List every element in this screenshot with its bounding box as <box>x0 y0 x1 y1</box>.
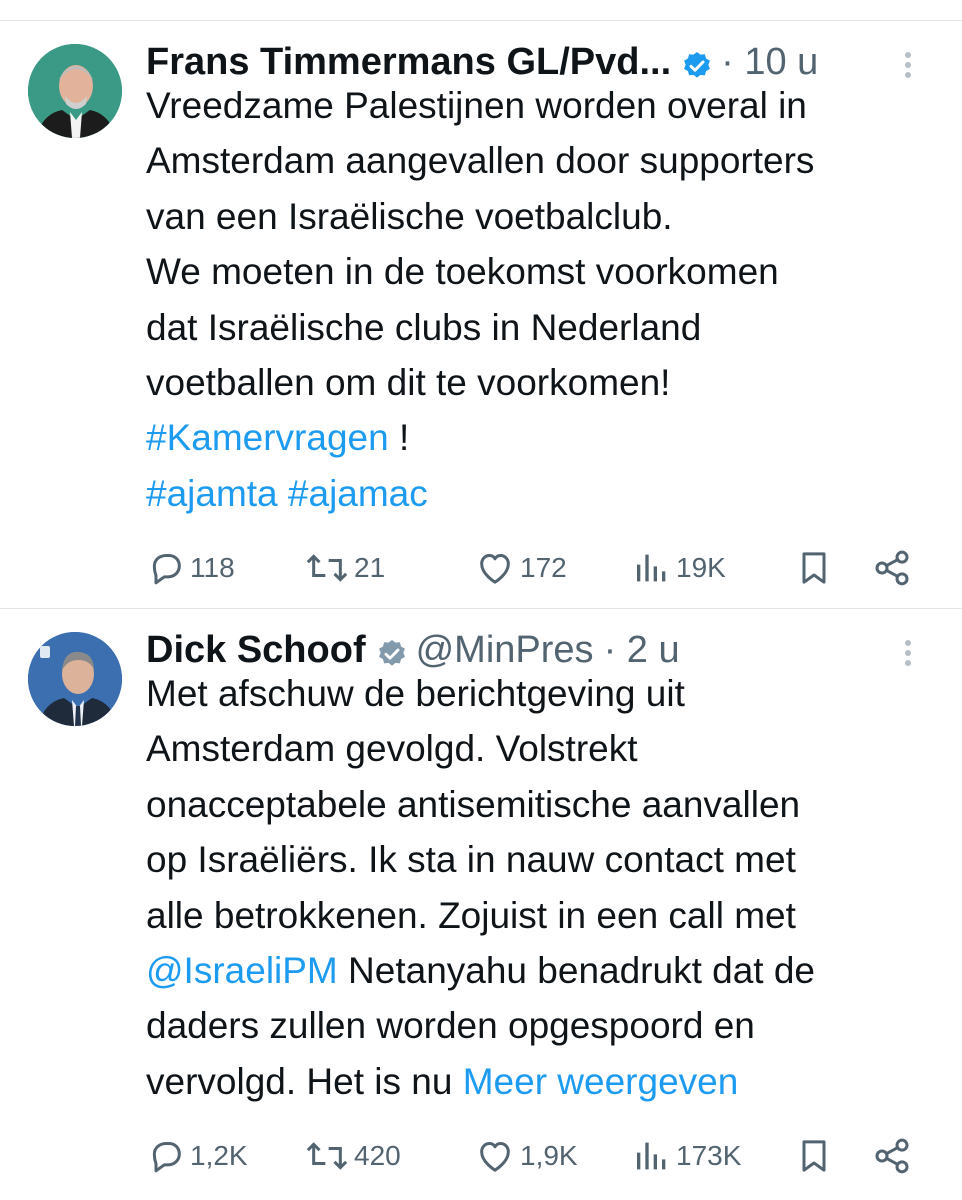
bookmark-button[interactable] <box>794 543 838 593</box>
repost-button[interactable]: 21 <box>304 543 385 593</box>
reply-count: 1,2K <box>190 1140 248 1171</box>
views-icon <box>637 554 666 582</box>
text-segment: dat Israëlische clubs in Nederland <box>146 306 702 348</box>
views-count: 173K <box>676 1140 742 1171</box>
text-segment: van een Israëlische voetbalclub. <box>146 195 673 237</box>
avatar[interactable] <box>28 632 122 726</box>
repost-button[interactable]: 420 <box>304 1131 401 1181</box>
text-segment: Met afschuw de berichtgeving uit <box>146 673 685 714</box>
tweet-text-line: op Israëliërs. Ik sta in nauw contact me… <box>146 832 926 887</box>
text-segment: Vreedzame Palestijnen worden overal in <box>146 85 807 126</box>
repost-icon <box>306 554 348 582</box>
tweet-text-line: Amsterdam aangevallen door supporters <box>146 133 926 188</box>
tweet-text-line: onacceptabele antisemitische aanvallen <box>146 777 926 832</box>
tweet-text-line: dat Israëlische clubs in Nederland <box>146 300 926 355</box>
bookmark-icon <box>802 1140 826 1172</box>
top-divider <box>0 20 962 21</box>
more-icon[interactable] <box>894 50 922 80</box>
tweet[interactable]: Dick Schoof @MinPres · 2 u Met afschuw d… <box>0 626 962 1196</box>
text-segment: We moeten in de toekomst voorkomen <box>146 251 779 293</box>
text-link[interactable]: @IsraeliPM <box>146 950 338 991</box>
reply-count: 118 <box>190 552 235 583</box>
share-icon <box>875 1138 909 1174</box>
text-link[interactable]: #Kamervragen <box>146 417 389 458</box>
reply-button[interactable]: 118 <box>146 543 235 593</box>
tweet-text-line: van een Israëlische voetbalclub. <box>146 189 926 244</box>
text-segment: vervolgd. Het is nu <box>146 1060 463 1102</box>
more-icon[interactable] <box>894 638 922 668</box>
like-icon <box>480 554 510 584</box>
tweet-text-line: Met afschuw de berichtgeving uit <box>146 666 926 721</box>
text-segment: onacceptabele antisemitische aanvallen <box>146 783 801 825</box>
bookmark-icon <box>802 552 826 584</box>
bookmark-button[interactable] <box>794 1131 838 1181</box>
repost-count: 420 <box>354 1140 401 1171</box>
text-segment: Amsterdam gevolgd. Volstrekt <box>146 728 638 770</box>
text-segment: Amsterdam aangevallen door supporters <box>146 140 815 182</box>
like-icon <box>480 1142 510 1172</box>
text-segment: op Israëliërs. Ik sta in nauw contact me… <box>146 839 796 881</box>
share-button[interactable] <box>872 1131 916 1181</box>
action-bar: 118 21 172 19K <box>146 543 926 593</box>
share-icon <box>875 550 909 586</box>
like-count: 1,9K <box>520 1140 578 1171</box>
text-segment: alle betrokkenen. Zojuist in een call me… <box>146 894 796 936</box>
repost-count: 21 <box>354 552 386 583</box>
views-button[interactable]: 19K <box>632 543 726 593</box>
text-segment: voetballen om dit te voorkomen! <box>146 362 671 404</box>
views-button[interactable]: 173K <box>632 1131 741 1181</box>
tweet-text-line: daders zullen worden opgespoord en <box>146 998 926 1053</box>
text-segment: Netanyahu benadrukt dat de <box>337 950 816 992</box>
tweet-text-line: #ajamta #ajamac <box>146 466 926 521</box>
reply-icon <box>152 554 181 585</box>
like-button[interactable]: 172 <box>474 543 567 593</box>
verified-icon <box>376 634 408 666</box>
like-count: 172 <box>520 552 567 583</box>
tweet[interactable]: Frans Timmermans GL/Pvd... · 10 u Vreedz… <box>0 38 962 608</box>
text-link[interactable]: #ajamta #ajamac <box>146 473 428 514</box>
verified-icon <box>681 46 713 78</box>
like-button[interactable]: 1,9K <box>474 1131 578 1181</box>
tweet-text-line: @IsraeliPM Netanyahu benadrukt dat de <box>146 943 926 998</box>
tweet-text-line: Vreedzame Palestijnen worden overal in <box>146 78 926 133</box>
action-bar: 1,2K 420 1,9K 173K <box>146 1131 926 1181</box>
views-icon <box>637 1142 666 1170</box>
tweet-text-line: #Kamervragen ! <box>146 410 926 465</box>
tweet-text-line: Amsterdam gevolgd. Volstrekt <box>146 721 926 776</box>
reply-icon <box>152 1142 181 1173</box>
reply-button[interactable]: 1,2K <box>146 1131 248 1181</box>
text-segment: daders zullen worden opgespoord en <box>146 1005 755 1047</box>
avatar[interactable] <box>28 44 122 138</box>
tweet-text-line: We moeten in de toekomst voorkomen <box>146 244 926 299</box>
views-count: 19K <box>676 552 726 583</box>
tweet-divider <box>0 608 962 609</box>
text-segment: ! <box>388 417 410 459</box>
tweet-text: Met afschuw de berichtgeving uit Amsterda… <box>146 666 926 1109</box>
tweet-text-line: voetballen om dit te voorkomen! <box>146 355 926 410</box>
share-button[interactable] <box>872 543 916 593</box>
tweet-text-line: vervolgd. Het is nu Meer weergeven <box>146 1054 926 1109</box>
text-link[interactable]: Meer weergeven <box>463 1061 739 1102</box>
tweet-text-line: alle betrokkenen. Zojuist in een call me… <box>146 888 926 943</box>
repost-icon <box>306 1142 348 1170</box>
tweet-text: Vreedzame Palestijnen worden overal in Am… <box>146 78 926 521</box>
